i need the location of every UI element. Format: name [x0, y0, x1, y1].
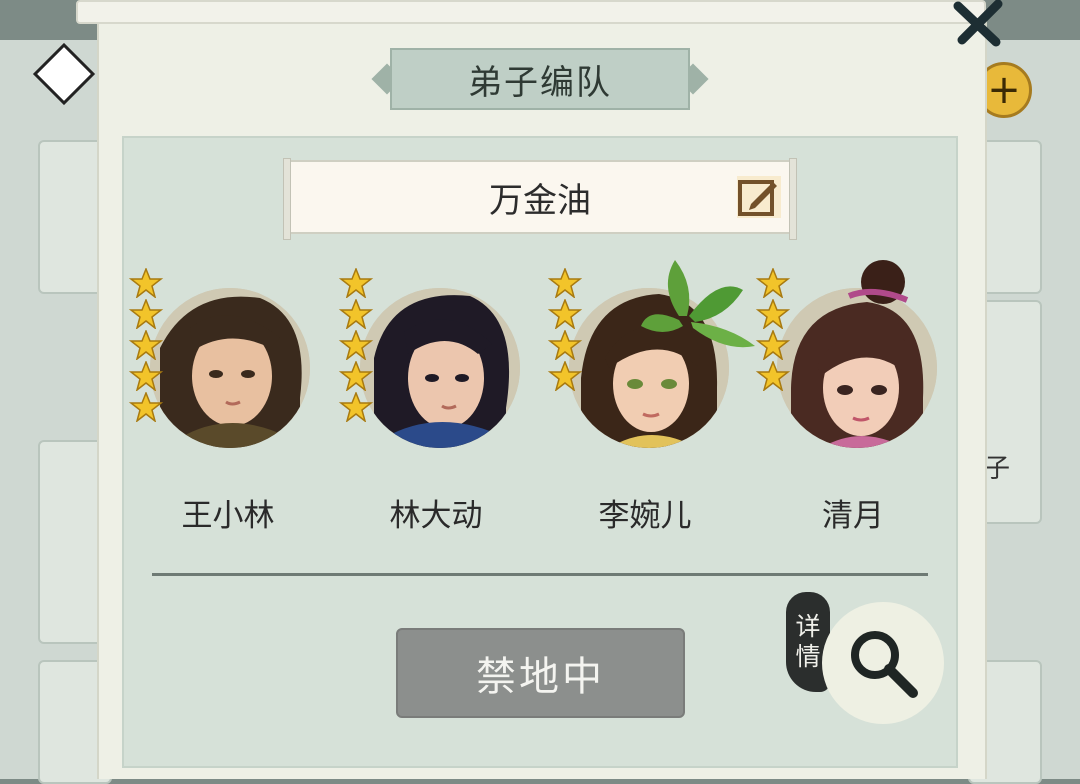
details-search-button[interactable]	[822, 602, 944, 724]
star-icon	[338, 330, 374, 360]
team-member-slot[interactable]: 清月	[755, 260, 965, 534]
star-icon	[128, 330, 164, 360]
divider	[152, 573, 928, 576]
star-rating	[755, 268, 795, 392]
member-name: 李婉儿	[598, 498, 692, 534]
star-icon	[128, 361, 164, 391]
forbidden-land-status-button[interactable]: 禁地中	[396, 628, 685, 718]
star-rating	[338, 268, 378, 423]
star-icon	[338, 268, 374, 298]
star-icon	[755, 361, 791, 391]
star-icon	[338, 299, 374, 329]
status-button-label: 禁地中	[476, 654, 605, 700]
star-icon	[547, 330, 583, 360]
magnifier-icon	[851, 631, 918, 698]
team-member-slot[interactable]: 林大动	[338, 264, 548, 534]
star-icon	[755, 268, 791, 298]
team-member-slot[interactable]: 李婉儿	[547, 260, 757, 534]
star-icon	[338, 361, 374, 391]
star-icon	[547, 268, 583, 298]
star-icon	[338, 392, 374, 422]
scroll-top-rod	[76, 0, 986, 24]
leaf-hair-ornament-icon	[641, 260, 755, 348]
member-name: 王小林	[181, 498, 275, 534]
star-icon	[547, 299, 583, 329]
close-button[interactable]	[948, 0, 1008, 48]
star-icon	[128, 299, 164, 329]
star-icon	[755, 330, 791, 360]
member-portrait	[360, 288, 520, 448]
star-rating	[547, 268, 587, 392]
star-icon	[547, 361, 583, 391]
details-label-char: 详	[795, 612, 821, 641]
hair-bun-icon	[847, 260, 909, 304]
team-name-field[interactable]: 万金油	[283, 158, 797, 240]
team-name-text: 万金油	[489, 180, 591, 221]
edit-name-button[interactable]	[737, 176, 781, 218]
background-right-panel	[968, 40, 1080, 784]
background-text: 子	[983, 454, 1010, 484]
member-name: 林大动	[389, 498, 483, 534]
close-icon	[953, 0, 1003, 47]
star-icon	[755, 299, 791, 329]
team-member-slot[interactable]: 王小林	[128, 264, 338, 534]
star-icon	[128, 392, 164, 422]
star-rating	[128, 268, 168, 423]
member-name: 清月	[822, 498, 884, 534]
member-portrait	[150, 288, 310, 448]
dialog-title: 弟子编队	[390, 48, 690, 110]
background-left-panel	[0, 40, 112, 784]
star-icon	[128, 268, 164, 298]
edit-icon	[737, 176, 781, 218]
